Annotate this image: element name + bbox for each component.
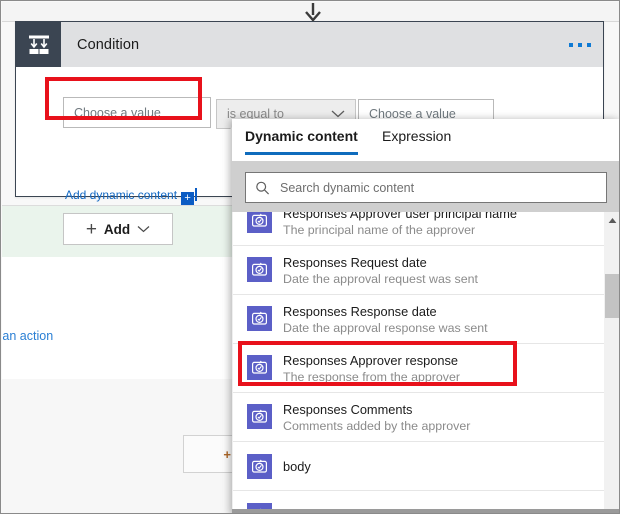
search-icon: [256, 181, 270, 195]
plus-icon: +: [85, 218, 97, 240]
condition-title: Condition: [77, 36, 140, 53]
add-dynamic-content-link[interactable]: Add dynamic content +: [65, 188, 198, 205]
dynamic-content-list: Responses Approver user principal name Th…: [232, 212, 619, 513]
approval-token-icon: [247, 453, 272, 479]
ellipsis-dot: [569, 42, 573, 47]
ellipsis-dot: [578, 42, 582, 47]
approval-token-icon: [247, 355, 272, 380]
dynamic-content-item[interactable]: Responses Approver response The response …: [233, 344, 619, 393]
dynamic-content-item-text: Responses Approver user principal name Th…: [283, 212, 517, 238]
dynamic-content-item-description: The principal name of the approver: [283, 223, 476, 237]
dynamic-content-item-title: Responses Approver response: [283, 353, 458, 368]
add-an-action-link[interactable]: d an action: [1, 329, 53, 343]
dynamic-content-scrollbar[interactable]: [604, 212, 619, 513]
dynamic-content-item-description: Comments added by the approver: [283, 419, 471, 433]
condition-left-value-input[interactable]: Choose a value: [63, 97, 211, 128]
scrollbar-thumb[interactable]: [605, 274, 619, 318]
tab-expression[interactable]: Expression: [382, 128, 451, 155]
search-dynamic-content-input[interactable]: Search dynamic content: [245, 172, 607, 203]
add-condition-button[interactable]: + Add: [63, 213, 173, 245]
dynamic-content-item-text: Responses Comments Comments added by the …: [283, 402, 470, 434]
flyout-bottom-edge: [232, 509, 619, 513]
chevron-down-icon: [331, 110, 345, 118]
connector-strip: [2, 2, 619, 22]
condition-branch-icon: [16, 22, 61, 67]
dynamic-content-item[interactable]: Responses Comments Comments added by the …: [233, 393, 619, 442]
flyout-tabs: Dynamic content Expression: [232, 119, 619, 161]
plus-badge-icon: +: [181, 192, 195, 205]
dynamic-content-item-description: The response from the approver: [283, 370, 461, 384]
approval-token-icon: [247, 404, 272, 429]
down-arrow-icon: [305, 3, 321, 22]
condition-card-header: Condition: [16, 22, 603, 67]
flyout-search-area: Search dynamic content: [232, 161, 619, 212]
approval-token-icon: [247, 212, 272, 233]
add-dynamic-content-label: Add dynamic content: [65, 188, 178, 202]
approval-token-icon: [247, 257, 272, 282]
dynamic-content-item-description: Date the approval response was sent: [283, 321, 488, 335]
dynamic-content-flyout: Dynamic content Expression Search dynami…: [232, 119, 619, 513]
dynamic-content-item-title: Responses Approver user principal name: [283, 212, 518, 221]
dynamic-content-item[interactable]: Responses Approver user principal name Th…: [233, 212, 619, 246]
scroll-up-arrow-icon[interactable]: [604, 212, 619, 229]
ellipsis-dot: [587, 42, 591, 47]
search-placeholder-text: Search dynamic content: [280, 180, 415, 195]
add-button-label: Add: [103, 221, 131, 237]
dynamic-content-item[interactable]: Responses Request date Date the approval …: [233, 246, 619, 295]
dynamic-content-item-title: Responses Comments: [283, 402, 413, 417]
dynamic-content-item-text: Responses Approver response The response …: [283, 353, 460, 385]
condition-menu-button[interactable]: [569, 42, 591, 47]
dynamic-content-item-title: body: [283, 458, 311, 474]
dynamic-content-item-text: body: [283, 459, 311, 474]
dynamic-content-item-description: Date the approval request was sent: [283, 272, 478, 286]
dynamic-content-item[interactable]: body: [233, 442, 619, 491]
flyout-callout-pointer: [219, 126, 233, 156]
chevron-down-icon: [137, 226, 150, 233]
dynamic-content-item[interactable]: Responses Response date Date the approval…: [233, 295, 619, 344]
flow-designer-screenshot: d an action + Ne Conditi: [0, 0, 620, 514]
plus-icon: +: [223, 446, 231, 462]
dynamic-content-item-text: Responses Request date Date the approval …: [283, 255, 478, 287]
tab-dynamic-content[interactable]: Dynamic content: [245, 128, 358, 155]
dynamic-content-item-title: Responses Request date: [283, 255, 427, 270]
approval-token-icon: [247, 306, 272, 331]
dynamic-content-item-text: Responses Response date Date the approval…: [283, 304, 488, 336]
dynamic-content-item-title: Responses Response date: [283, 304, 437, 319]
text-caret: [195, 188, 198, 201]
